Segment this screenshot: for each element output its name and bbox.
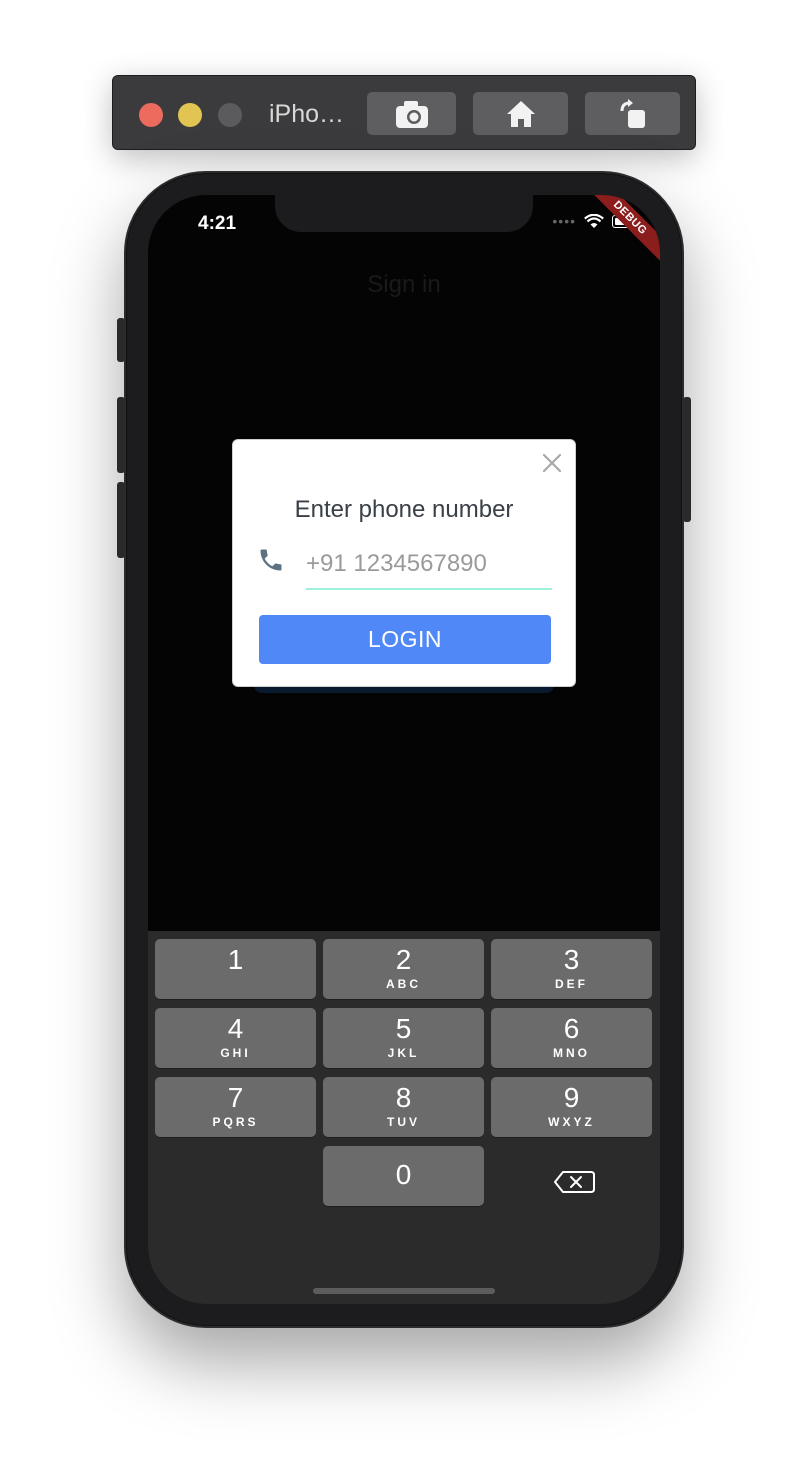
key-number: 4 xyxy=(227,1013,244,1044)
login-button[interactable]: LOGIN xyxy=(259,615,551,664)
key-0[interactable]: 0 xyxy=(323,1146,484,1206)
key-1[interactable]: 1 xyxy=(155,939,316,999)
numeric-keyboard: 1 2 ABC 3 DEF 4 GHI 5 JKL 6 MNO 7 PQRS 8 xyxy=(148,931,660,1304)
key-3[interactable]: 3 DEF xyxy=(491,939,652,999)
key-7[interactable]: 7 PQRS xyxy=(155,1077,316,1137)
volume-down-button[interactable] xyxy=(117,482,125,558)
phone-icon xyxy=(260,549,282,571)
key-letters: GHI xyxy=(220,1046,251,1060)
simulator-toolbar: iPho… xyxy=(112,75,696,150)
key-letters: DEF xyxy=(555,977,588,991)
minimize-window-button[interactable] xyxy=(178,103,202,127)
key-number: 5 xyxy=(395,1013,412,1044)
key-letters: TUV xyxy=(387,1115,420,1129)
screenshot-button[interactable] xyxy=(367,92,456,135)
key-letters: MNO xyxy=(553,1046,590,1060)
status-time: 4:21 xyxy=(198,213,237,234)
home-icon xyxy=(506,100,535,127)
key-number: 9 xyxy=(563,1082,580,1113)
key-letters: PQRS xyxy=(212,1115,259,1129)
key-number: 3 xyxy=(563,944,580,975)
phone-number-input[interactable] xyxy=(306,540,552,590)
key-number: 7 xyxy=(227,1082,244,1113)
camera-icon xyxy=(395,100,428,128)
rotate-icon xyxy=(620,98,645,128)
power-button[interactable] xyxy=(683,397,691,522)
key-4[interactable]: 4 GHI xyxy=(155,1008,316,1068)
key-6[interactable]: 6 MNO xyxy=(491,1008,652,1068)
signal-icon: •••• xyxy=(552,213,576,229)
rotate-button[interactable] xyxy=(585,92,680,135)
key-5[interactable]: 5 JKL xyxy=(323,1008,484,1068)
device-screen: 4:21 •••• DEBUG Sign in Enter phone numb… xyxy=(148,195,660,1304)
home-indicator[interactable] xyxy=(313,1288,495,1294)
simulator-title: iPho… xyxy=(269,100,345,128)
key-letters: WXYZ xyxy=(548,1115,595,1129)
dialog-title: Enter phone number xyxy=(294,496,514,523)
zoom-window-button[interactable] xyxy=(218,103,242,127)
key-letters: JKL xyxy=(387,1046,420,1060)
backspace-icon[interactable] xyxy=(547,1162,605,1202)
key-9[interactable]: 9 WXYZ xyxy=(491,1077,652,1137)
page-title: Sign in xyxy=(367,271,441,298)
phone-login-dialog: Enter phone number LOGIN xyxy=(232,439,576,687)
home-button[interactable] xyxy=(473,92,568,135)
key-number: 2 xyxy=(395,944,412,975)
close-icon[interactable] xyxy=(541,452,563,474)
key-number: 8 xyxy=(395,1082,412,1113)
notch xyxy=(275,195,533,232)
volume-up-button[interactable] xyxy=(117,397,125,473)
wifi-icon xyxy=(584,213,604,228)
key-number: 0 xyxy=(395,1159,412,1190)
key-number: 6 xyxy=(563,1013,580,1044)
key-number: 1 xyxy=(227,944,244,975)
close-window-button[interactable] xyxy=(139,103,163,127)
key-letters: ABC xyxy=(386,977,421,991)
key-8[interactable]: 8 TUV xyxy=(323,1077,484,1137)
key-2[interactable]: 2 ABC xyxy=(323,939,484,999)
silent-switch xyxy=(117,318,125,362)
